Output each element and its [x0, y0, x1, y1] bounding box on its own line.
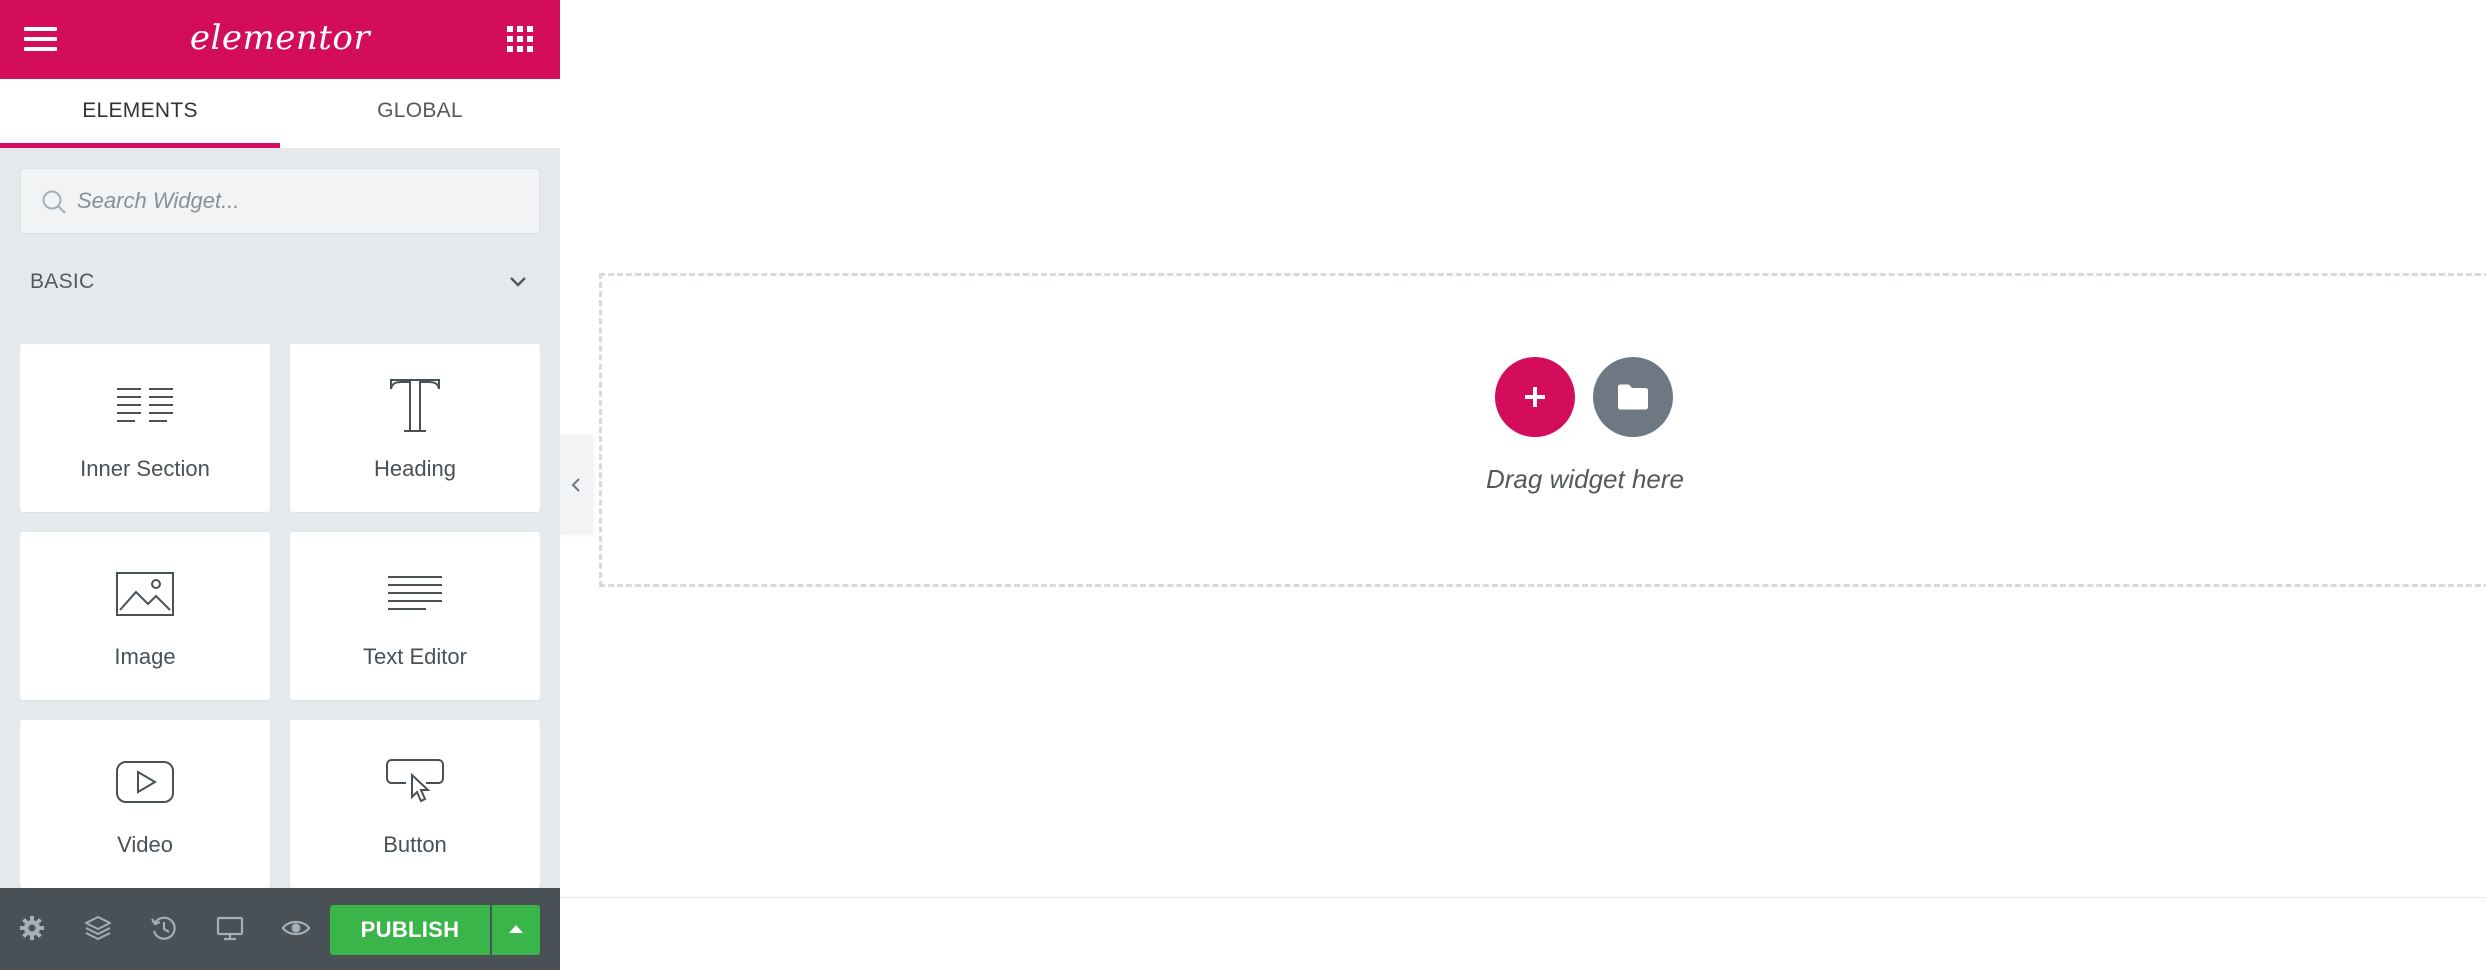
publish-options-button[interactable] [492, 905, 540, 955]
tab-global[interactable]: GLOBAL [280, 79, 560, 148]
history-icon[interactable] [150, 914, 178, 942]
settings-icon[interactable] [18, 914, 46, 942]
elementor-logo: elementor [189, 18, 371, 58]
drag-widget-text: Drag widget here [1486, 464, 1684, 494]
image-icon [116, 572, 174, 616]
widget-label: Heading [374, 456, 456, 481]
chevron-left-icon [571, 478, 580, 492]
chevron-down-icon [510, 277, 526, 287]
widget-button[interactable]: Button [290, 720, 540, 888]
text-editor-icon [388, 576, 442, 610]
inner-section-icon [117, 388, 173, 422]
hamburger-icon[interactable] [24, 27, 57, 51]
navigator-icon[interactable] [84, 914, 112, 942]
apps-grid-icon[interactable] [507, 26, 533, 52]
preview-icon[interactable] [282, 914, 310, 942]
panel-tabs: ELEMENTS GLOBAL [0, 79, 560, 148]
widget-label: Button [383, 832, 447, 857]
folder-icon [1618, 384, 1648, 410]
video-icon [116, 761, 174, 803]
category-title: BASIC [30, 270, 95, 293]
widget-inner-section[interactable]: Inner Section [20, 344, 270, 512]
widget-label: Image [114, 644, 176, 669]
widget-label: Inner Section [80, 456, 210, 481]
search-input[interactable] [77, 169, 527, 233]
panel-footer: PUBLISH [0, 888, 560, 970]
widget-label: Video [117, 832, 173, 857]
widget-text-editor[interactable]: Text Editor [290, 532, 540, 700]
category-basic[interactable]: BASIC [0, 262, 560, 302]
widget-image[interactable]: Image [20, 532, 270, 700]
search-box [20, 168, 540, 234]
button-icon [386, 759, 444, 803]
canvas-divider [560, 897, 2486, 898]
heading-icon [390, 379, 440, 432]
add-section-button[interactable] [1495, 357, 1575, 437]
responsive-icon[interactable] [216, 914, 244, 942]
widget-label: Text Editor [363, 644, 467, 669]
add-template-button[interactable] [1593, 357, 1673, 437]
publish-button[interactable]: PUBLISH [330, 905, 490, 955]
widget-video[interactable]: Video [20, 720, 270, 888]
search-icon [42, 190, 66, 214]
widget-heading[interactable]: Heading [290, 344, 540, 512]
panel-header: elementor [0, 0, 560, 79]
tab-elements[interactable]: ELEMENTS [0, 79, 280, 148]
editor-panel: elementor ELEMENTS GLOBAL BASIC [0, 0, 560, 970]
panel-collapse-handle[interactable] [560, 435, 592, 535]
